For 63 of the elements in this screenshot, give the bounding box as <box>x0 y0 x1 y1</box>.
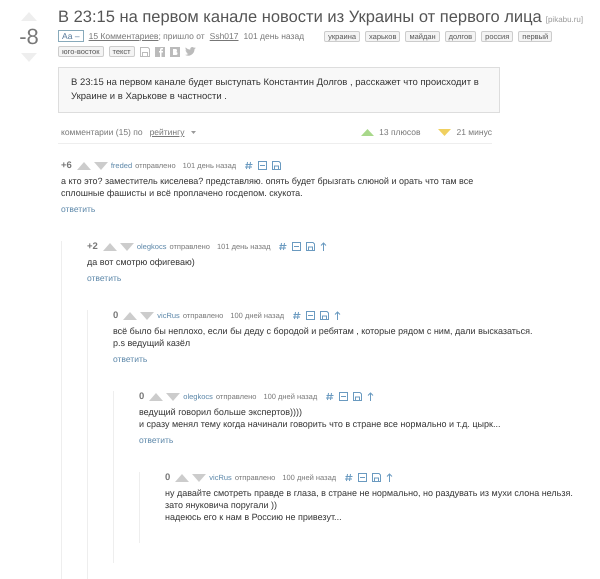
downvote-icon[interactable] <box>166 392 180 400</box>
author-link[interactable]: Ssh017 <box>210 31 238 41</box>
font-size-toggle[interactable]: Аа – <box>58 30 84 42</box>
collapse-icon[interactable] <box>358 473 368 482</box>
upvote-icon[interactable] <box>149 392 164 400</box>
hash-icon[interactable] <box>245 161 254 170</box>
sort-dropdown[interactable]: рейтингу <box>150 127 184 137</box>
pluses-count: 13 плюсов <box>379 127 420 137</box>
comments-link[interactable]: 15 Комментариев <box>88 31 158 41</box>
comment-text: всё было бы неплохо, если бы деду с бородой и ребятам , которые рядом с ним, дали высказаться. p.s ведущий казёл <box>113 325 534 349</box>
upvote-icon[interactable] <box>123 312 138 320</box>
upvote-icon[interactable] <box>76 162 91 170</box>
comment-score: +6 <box>61 160 72 171</box>
collapse-icon[interactable] <box>306 311 316 320</box>
save-icon[interactable] <box>353 392 362 401</box>
downvote-icon[interactable] <box>192 474 206 482</box>
comment-text: а кто это? заместитель киселева? представляю. опять будет брызгать слюной и орать что там все сплошные фашисты и всё проплачено госдепом. скукота. <box>61 175 474 199</box>
upvote-icon[interactable] <box>175 474 190 482</box>
upvote-icon[interactable] <box>102 242 117 250</box>
parent-arrow-icon[interactable] <box>367 392 374 401</box>
hash-icon[interactable] <box>293 311 302 320</box>
comment-score: +2 <box>87 241 98 252</box>
reply-link[interactable]: ответить <box>113 354 148 364</box>
comment-text: ведущий говорил больше экспертов)))) и сразу менял тему когда начинали говорить что в стране все нормально и т.д. цырк... <box>139 406 502 430</box>
hash-icon[interactable] <box>326 392 334 401</box>
save-icon[interactable] <box>320 311 330 320</box>
post-time: 101 день назад <box>244 31 304 41</box>
save-icon[interactable] <box>372 473 382 482</box>
parent-arrow-icon[interactable] <box>320 242 328 251</box>
minus-icon <box>438 128 452 136</box>
parent-arrow-icon[interactable] <box>334 311 342 320</box>
facebook-icon[interactable] <box>154 46 165 56</box>
save-icon[interactable] <box>272 161 282 170</box>
reply-link[interactable]: ответить <box>139 435 174 445</box>
minuses-count: 21 минус <box>456 127 492 137</box>
hash-icon[interactable] <box>279 242 288 251</box>
comment-text: ну давайте смотреть правде в глаза, в стране не нормально, но раздувать из мухи слона нельзя. зато януковича поругали )) надеюсь его к нам в Россию не привезут... <box>165 487 574 523</box>
source-link[interactable]: [pikabu.ru] <box>546 15 584 24</box>
comment-text: да вот смотрю офигеваю) <box>87 256 196 268</box>
save-icon[interactable] <box>306 242 316 251</box>
came-from-label: ; пришло от <box>158 31 205 41</box>
hash-icon[interactable] <box>345 473 354 482</box>
downvote-icon[interactable] <box>120 242 134 250</box>
vk-icon[interactable] <box>170 46 180 56</box>
comment-score: 0 <box>113 310 118 321</box>
post-body: В 23:15 на первом канале будет выступать Константин Долгов , расскажет что происходит в Украине и в Харькове в частности . <box>58 67 500 113</box>
downvote-icon[interactable] <box>140 312 154 320</box>
collapse-icon[interactable] <box>339 392 348 401</box>
collapse-icon[interactable] <box>292 242 302 251</box>
comments-count-label: комментарии (15) по <box>61 127 143 137</box>
save-icon[interactable] <box>140 46 150 56</box>
comment-score: 0 <box>165 472 170 483</box>
plus-icon <box>361 128 374 136</box>
comment-score: 0 <box>139 391 144 402</box>
parent-arrow-icon[interactable] <box>386 473 394 482</box>
caret-icon[interactable] <box>191 130 196 134</box>
reply-link[interactable]: ответить <box>61 204 96 214</box>
twitter-icon[interactable] <box>184 47 196 56</box>
reply-link[interactable]: ответить <box>87 273 122 283</box>
post-rating: -8 <box>19 24 39 50</box>
post-title[interactable]: В 23:15 на первом канале новости из Украины от первого лица <box>58 8 542 27</box>
collapse-icon[interactable] <box>258 161 268 170</box>
downvote-icon[interactable] <box>94 162 108 170</box>
